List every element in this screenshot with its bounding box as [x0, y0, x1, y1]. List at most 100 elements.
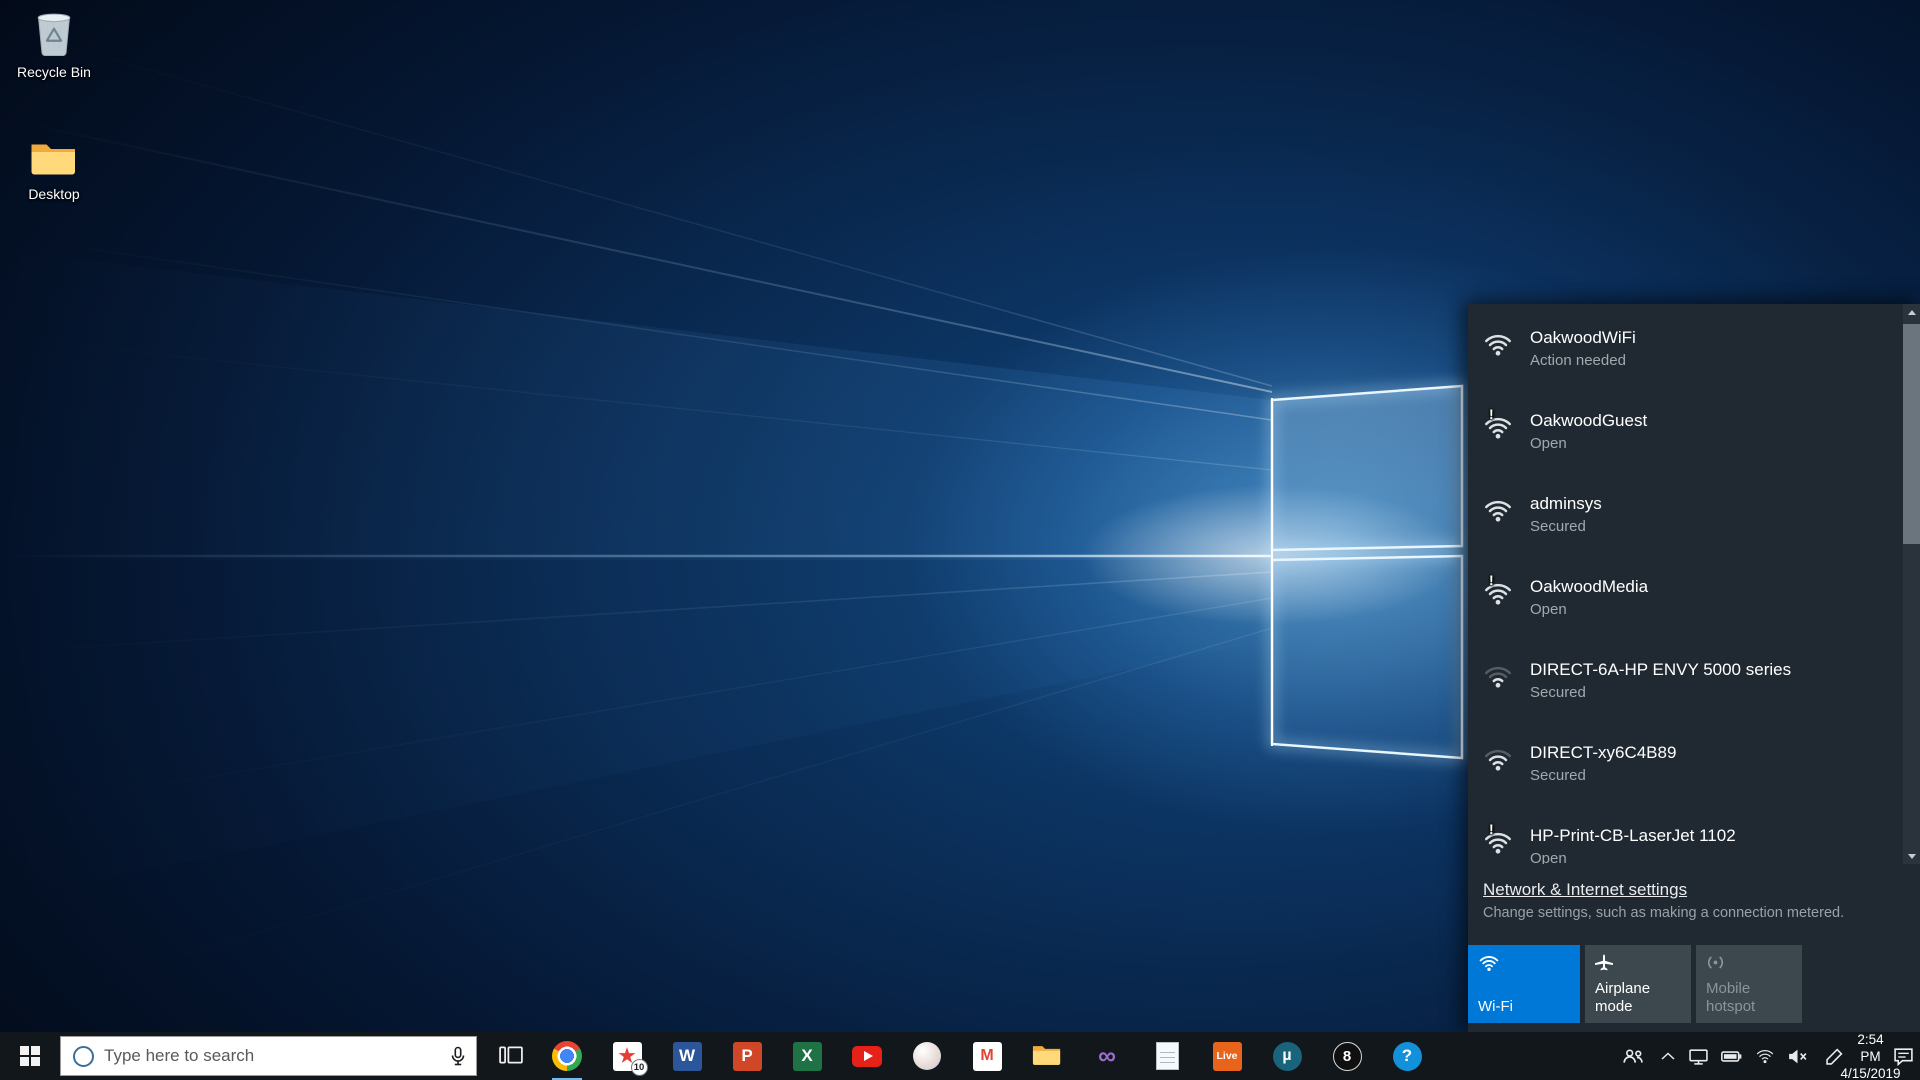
excel-icon: X [793, 1042, 822, 1071]
wifi-network-item[interactable]: ! OakwoodGuest Open [1468, 395, 1903, 478]
network-status: Secured [1530, 765, 1676, 787]
network-name: HP-Print-CB-LaserJet 1102 [1530, 823, 1736, 848]
desktop-icon-desktop-folder[interactable]: Desktop [8, 138, 100, 202]
desktop-icon-recycle-bin[interactable]: Recycle Bin [8, 8, 100, 80]
wifi-icon [1755, 1048, 1775, 1064]
wifi-signal-icon: ! [1483, 478, 1530, 561]
taskbar-icon-youtube[interactable] [837, 1032, 897, 1080]
network-status: Secured [1530, 682, 1791, 704]
warning-badge-icon: ! [1489, 407, 1494, 421]
tray-wifi-button[interactable] [1748, 1032, 1781, 1080]
network-name: DIRECT-xy6C4B89 [1530, 740, 1676, 765]
file-explorer-icon [1032, 1042, 1062, 1070]
tray-overflow-button[interactable] [1654, 1032, 1682, 1080]
word-icon: W [673, 1042, 702, 1071]
taskbar-icon-live[interactable]: Live [1197, 1032, 1257, 1080]
count-badge: 10 [631, 1059, 648, 1076]
quick-action-label: Mobile hotspot [1706, 980, 1797, 1016]
chevron-up-icon [1661, 1052, 1675, 1061]
taskbar-icon-file-explorer[interactable] [1017, 1032, 1077, 1080]
wifi-network-item[interactable]: ! HP-Print-CB-LaserJet 1102 Open [1468, 810, 1903, 864]
battery-button[interactable] [1715, 1032, 1748, 1080]
network-name: OakwoodGuest [1530, 408, 1647, 433]
taskbar-clock[interactable]: 2:54 PM 4/15/2019 [1854, 1032, 1887, 1080]
taskbar-icon-media-player[interactable]: ★ 10 [597, 1032, 657, 1080]
taskbar-icon-8ball[interactable]: 8 [1317, 1032, 1377, 1080]
network-name: OakwoodWiFi [1530, 325, 1636, 350]
desktop-icon-label: Desktop [8, 186, 100, 202]
volume-button[interactable] [1781, 1032, 1814, 1080]
clock-time: 2:54 PM [1854, 1031, 1887, 1065]
wifi-signal-icon: ! [1483, 561, 1530, 644]
quick-action-label: Wi-Fi [1478, 998, 1575, 1016]
network-name: OakwoodMedia [1530, 574, 1648, 599]
taskbar: ★ 10 W P X M ∞ Live µ [0, 1032, 1920, 1080]
search-input[interactable] [104, 1046, 440, 1066]
task-view-icon [499, 1043, 523, 1070]
microphone-icon[interactable] [450, 1046, 466, 1067]
help-icon: ? [1393, 1042, 1422, 1071]
mobile-hotspot-button[interactable]: Mobile hotspot [1696, 945, 1802, 1023]
wifi-network-item[interactable]: ! adminsys Secured [1468, 478, 1903, 561]
volume-muted-icon [1787, 1048, 1808, 1065]
quick-actions-row: Wi-Fi Airplane mode Mobile hotspot [1468, 945, 1802, 1023]
people-button[interactable] [1612, 1032, 1654, 1080]
visual-studio-icon: ∞ [1098, 1044, 1116, 1069]
wifi-signal-icon: ! [1483, 810, 1530, 864]
taskbar-icon-excel[interactable]: X [777, 1032, 837, 1080]
folder-icon [30, 138, 78, 178]
wifi-network-item[interactable]: ! DIRECT-xy6C4B89 Secured [1468, 727, 1903, 810]
powerpoint-icon: P [733, 1042, 762, 1071]
taskbar-search[interactable] [60, 1036, 477, 1076]
taskbar-icon-musescore[interactable]: µ [1257, 1032, 1317, 1080]
wifi-toggle-button[interactable]: Wi-Fi [1468, 945, 1580, 1023]
cortana-icon [73, 1046, 94, 1067]
airplane-icon [1595, 954, 1613, 974]
scroll-up-button[interactable] [1903, 304, 1920, 320]
wifi-network-list: ! OakwoodWiFi Action needed ! OakwoodGue… [1468, 304, 1903, 864]
wifi-signal-icon: ! [1483, 395, 1530, 478]
wifi-network-item[interactable]: ! OakwoodMedia Open [1468, 561, 1903, 644]
taskbar-icon-chrome[interactable] [537, 1032, 597, 1080]
notepad-icon [1156, 1042, 1179, 1070]
paint3d-icon [913, 1042, 941, 1070]
start-button[interactable] [0, 1032, 60, 1080]
action-center-button[interactable] [1887, 1032, 1920, 1080]
taskbar-icon-notepad[interactable] [1137, 1032, 1197, 1080]
network-settings-section: Network & Internet settings Change setti… [1468, 864, 1920, 921]
wifi-network-item[interactable]: ! DIRECT-6A-HP ENVY 5000 series Secured [1468, 644, 1903, 727]
taskbar-icon-visual-studio[interactable]: ∞ [1077, 1032, 1137, 1080]
network-status: Open [1530, 599, 1648, 621]
wifi-network-item[interactable]: ! OakwoodWiFi Action needed [1468, 312, 1903, 395]
taskbar-icon-word[interactable]: W [657, 1032, 717, 1080]
media-app-icon: ★ 10 [613, 1042, 642, 1071]
taskbar-icon-paint3d[interactable] [897, 1032, 957, 1080]
taskbar-icon-get-help[interactable]: ? [1377, 1032, 1437, 1080]
network-status: Open [1530, 848, 1736, 864]
musescore-icon: µ [1273, 1042, 1302, 1071]
task-view-button[interactable] [485, 1032, 537, 1080]
scroll-down-button[interactable] [1903, 848, 1920, 864]
warning-badge-icon: ! [1489, 573, 1494, 587]
chrome-icon [552, 1041, 582, 1071]
wired-network-button[interactable] [1682, 1032, 1715, 1080]
taskbar-icon-mail[interactable]: M [957, 1032, 1017, 1080]
scrollbar-thumb[interactable] [1903, 324, 1920, 544]
youtube-icon [852, 1046, 882, 1067]
settings-caption: Change settings, such as making a connec… [1483, 905, 1905, 921]
network-status: Secured [1530, 516, 1602, 538]
warning-badge-icon: ! [1489, 822, 1494, 836]
network-internet-settings-link[interactable]: Network & Internet settings [1483, 880, 1687, 900]
scrollbar[interactable] [1903, 304, 1920, 864]
windows-logo-icon [20, 1046, 40, 1066]
network-status: Action needed [1530, 350, 1636, 372]
battery-icon [1721, 1050, 1742, 1063]
network-status: Open [1530, 433, 1647, 455]
taskbar-icon-powerpoint[interactable]: P [717, 1032, 777, 1080]
desktop-icon-label: Recycle Bin [8, 64, 100, 80]
quick-action-label: Airplane mode [1595, 980, 1686, 1016]
wifi-signal-icon: ! [1483, 727, 1530, 810]
wifi-signal-icon: ! [1483, 644, 1530, 727]
recycle-bin-icon [32, 8, 76, 56]
airplane-mode-button[interactable]: Airplane mode [1585, 945, 1691, 1023]
